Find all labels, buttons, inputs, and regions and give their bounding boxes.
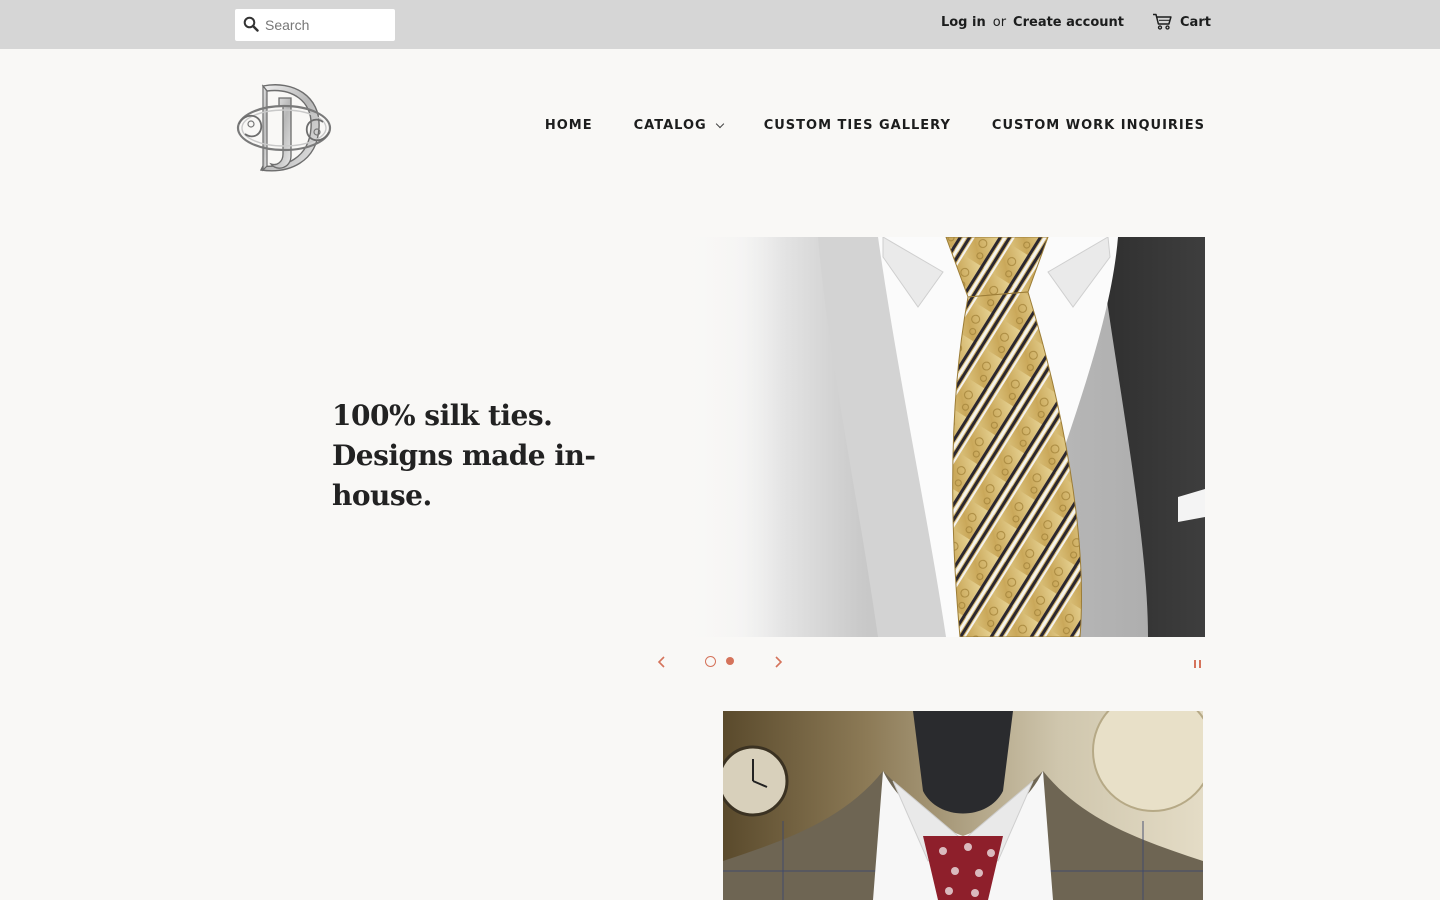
mannequin-photo: [723, 711, 1203, 900]
search-icon[interactable]: [243, 16, 259, 32]
create-account-link[interactable]: Create account: [1013, 15, 1124, 30]
featured-image[interactable]: [723, 711, 1203, 900]
hero-slide-image[interactable]: [678, 237, 1205, 637]
cart-link[interactable]: Cart: [1152, 13, 1211, 30]
nav-catalog[interactable]: CATALOG: [633, 118, 724, 133]
login-link[interactable]: Log in: [941, 15, 986, 30]
hero-headline: 100% silk ties. Designs made in-house.: [332, 399, 596, 512]
nav-catalog-label: CATALOG: [633, 118, 707, 133]
site-logo[interactable]: [233, 78, 336, 178]
slider-dot-2[interactable]: [726, 657, 734, 665]
nav-custom-work-inquiries[interactable]: CUSTOM WORK INQUIRIES: [992, 118, 1205, 133]
chevron-down-icon: [715, 119, 724, 128]
pause-icon[interactable]: [1194, 660, 1202, 669]
nav-custom-ties-gallery[interactable]: CUSTOM TIES GALLERY: [764, 118, 951, 133]
top-utility-bar: Log in or Create account Cart: [0, 0, 1440, 49]
account-links: Log in or Create account: [941, 15, 1124, 30]
chevron-left-icon[interactable]: [655, 653, 669, 671]
search-form[interactable]: [235, 9, 395, 41]
cart-label: Cart: [1180, 15, 1211, 30]
or-separator: or: [992, 15, 1007, 30]
chevron-right-icon[interactable]: [771, 653, 785, 671]
nav-home-label: HOME: [544, 118, 593, 133]
search-input[interactable]: [265, 9, 391, 41]
nav-custom-ties-gallery-label: CUSTOM TIES GALLERY: [763, 118, 951, 133]
main-nav: HOME CATALOG CUSTOM TIES GALLERY CUSTOM …: [545, 118, 1205, 133]
tie-photo: [678, 237, 1205, 637]
nav-custom-work-inquiries-label: CUSTOM WORK INQUIRIES: [991, 118, 1205, 133]
cart-icon: [1153, 13, 1172, 30]
slider-dot-1[interactable]: [705, 656, 716, 667]
nav-home[interactable]: HOME: [545, 118, 593, 133]
